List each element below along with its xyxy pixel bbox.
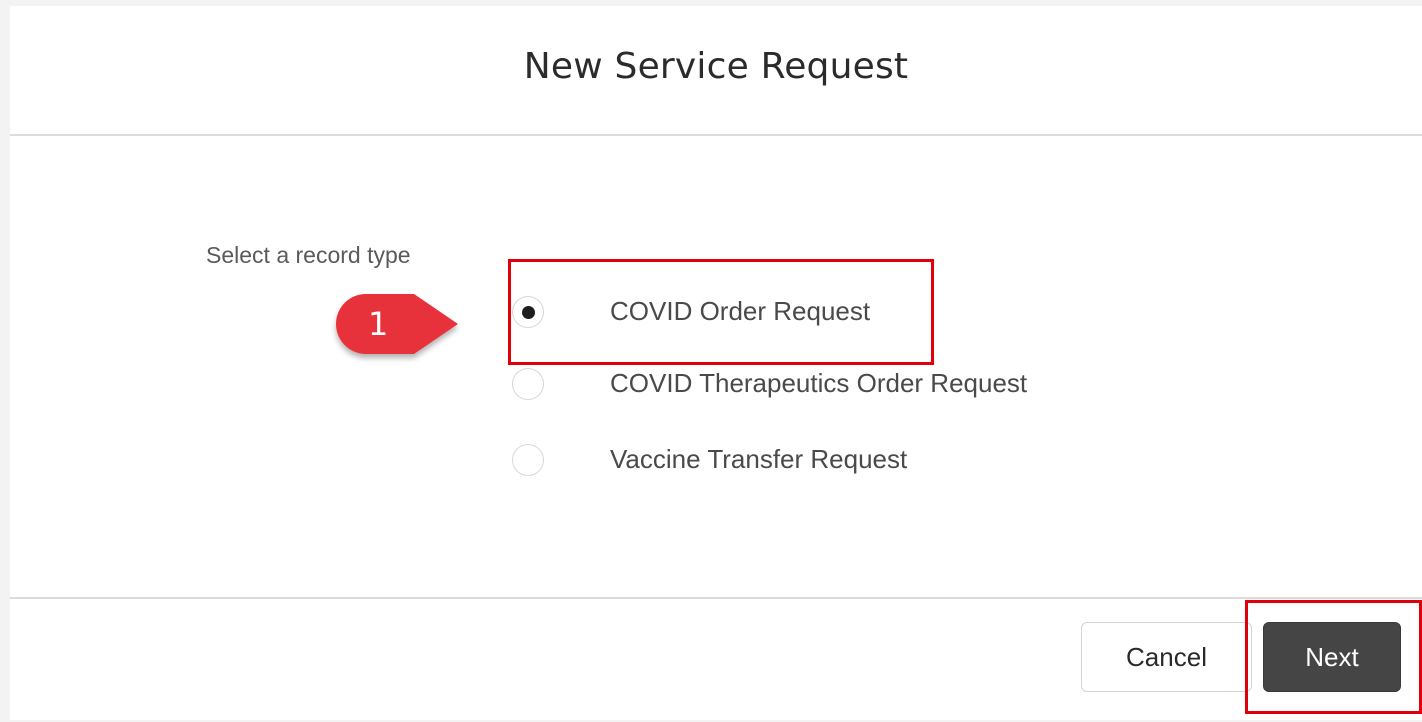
modal-header: New Service Request (10, 6, 1422, 136)
radio-option-covid-order-request[interactable]: COVID Order Request (510, 296, 1110, 336)
new-service-request-modal: New Service Request (10, 6, 1422, 720)
radio-selected-dot (522, 306, 535, 319)
radio-option-covid-therapeutics-order-request[interactable]: COVID Therapeutics Order Request (510, 368, 1110, 408)
radio-label[interactable]: COVID Therapeutics Order Request (610, 368, 1027, 399)
radio-button-selected[interactable] (512, 296, 544, 328)
record-type-label: Select a record type (206, 242, 411, 268)
cancel-button[interactable]: Cancel (1081, 622, 1252, 692)
radio-label[interactable]: COVID Order Request (610, 296, 870, 327)
radio-label[interactable]: Vaccine Transfer Request (610, 444, 907, 475)
callout-marker-icon (336, 294, 458, 354)
callout-shape (336, 294, 458, 354)
radio-button[interactable] (512, 444, 544, 476)
modal-title: New Service Request (523, 46, 909, 87)
step-number: 1 (368, 305, 389, 343)
radio-button[interactable] (512, 368, 544, 400)
next-button[interactable]: Next (1263, 622, 1401, 692)
radio-option-vaccine-transfer-request[interactable]: Vaccine Transfer Request (510, 444, 1110, 484)
step-callout: 1 (330, 290, 460, 366)
